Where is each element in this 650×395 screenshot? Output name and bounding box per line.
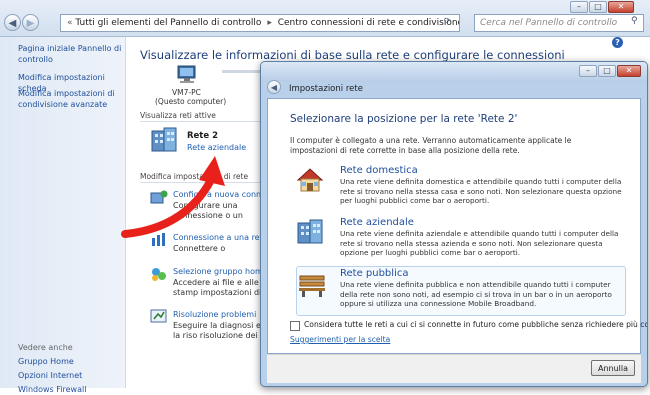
search-input[interactable]: Cerca nel Pannello di controllo <box>474 14 644 32</box>
connection-line <box>222 70 260 73</box>
computer-name: VM7-PC <box>172 88 201 97</box>
public-future-checkbox[interactable] <box>290 321 300 331</box>
close-button[interactable]: ✕ <box>608 1 634 13</box>
option-work-title[interactable]: Rete aziendale <box>340 217 414 228</box>
sidebar: Pagina iniziale Pannello di controllo Mo… <box>0 37 126 394</box>
option-home-desc: Una rete viene definita domestica e atte… <box>340 177 622 205</box>
search-icon[interactable]: ⚲ <box>631 16 638 26</box>
park-bench-icon <box>297 272 327 301</box>
sidebar-item-firewall[interactable]: Windows Firewall <box>18 384 122 395</box>
page-title: Visualizzare le informazioni di base sul… <box>140 48 565 62</box>
sidebar-item-home[interactable]: Pagina iniziale Pannello di controllo <box>18 43 122 65</box>
dialog-maximize-button[interactable]: □ <box>598 65 616 77</box>
see-also-heading: Vedere anche <box>18 343 73 352</box>
sidebar-item-homegroup[interactable]: Gruppo Home <box>18 356 122 367</box>
option-home-title[interactable]: Rete domestica <box>340 165 418 176</box>
homegroup-link[interactable]: Selezione gruppo home e o <box>173 267 263 276</box>
refresh-icon[interactable]: ⟳ <box>444 16 451 25</box>
dialog-title: Impostazioni rete <box>289 84 363 94</box>
option-work-desc: Una rete viene definita aziendale e atte… <box>340 229 619 257</box>
network-settings-dialog: – □ ✕ ◀ Impostazioni rete Selezionare la… <box>260 61 648 387</box>
option-work-network[interactable]: Rete aziendale Una rete viene definita a… <box>278 215 630 263</box>
forward-button[interactable]: ▶ <box>22 14 39 31</box>
dialog-close-button[interactable]: ✕ <box>617 65 641 77</box>
help-choice-link[interactable]: Suggerimenti per la scelta <box>290 335 390 344</box>
dialog-heading: Selezionare la posizione per la rete 'Re… <box>290 113 518 125</box>
public-future-checkbox-label[interactable]: Considera tutte le reti a cui ci si conn… <box>304 320 647 329</box>
option-public-network[interactable]: Rete pubblica Una rete viene definita pu… <box>296 266 626 316</box>
homegroup-icon <box>150 266 168 285</box>
active-networks-label: Visualizza reti attive <box>140 111 216 120</box>
computer-icon <box>175 65 199 88</box>
back-button[interactable]: ◀ <box>4 14 21 31</box>
option-public-desc: Una rete viene definita pubblica e non a… <box>340 280 612 308</box>
maximize-button[interactable]: □ <box>589 1 607 13</box>
troubleshoot-link[interactable]: Risoluzione problemi <box>173 310 256 319</box>
breadcrumb-separator-icon: ▸ <box>267 18 272 28</box>
office-building-icon <box>296 219 324 248</box>
homegroup-desc: Accedere ai file e alle stamp impostazio… <box>173 278 262 297</box>
cancel-button[interactable]: Annulla <box>591 360 635 376</box>
sidebar-item-internet-options[interactable]: Opzioni Internet <box>18 370 122 381</box>
dialog-back-button[interactable]: ◀ <box>267 80 281 94</box>
dialog-intro: Il computer è collegato a una rete. Verr… <box>290 136 572 155</box>
dialog-body: Selezionare la posizione per la rete 'Re… <box>267 98 647 354</box>
breadcrumb-overflow-icon[interactable]: « <box>67 18 73 28</box>
network-name: Rete 2 <box>187 131 219 141</box>
sidebar-item-sharing-settings[interactable]: Modifica impostazioni di condivisione av… <box>18 88 122 110</box>
red-arrow-annotation <box>121 156 225 238</box>
dialog-footer <box>267 354 641 383</box>
computer-caption: (Questo computer) <box>155 97 227 106</box>
divider <box>140 121 260 122</box>
dialog-minimize-button[interactable]: – <box>579 65 597 77</box>
help-icon[interactable]: ? <box>612 37 623 48</box>
address-bar[interactable]: « Tutti gli elementi del Pannello di con… <box>60 14 460 32</box>
option-public-title[interactable]: Rete pubblica <box>340 268 408 279</box>
troubleshoot-desc: Eseguire la diagnosi e la riso risoluzio… <box>173 321 261 340</box>
search-placeholder: Cerca nel Pannello di controllo <box>480 18 618 28</box>
troubleshoot-icon <box>150 309 168 328</box>
connect-network-desc: Connettere o riconnettere <box>173 244 226 253</box>
minimize-button[interactable]: – <box>570 1 588 13</box>
house-icon <box>296 167 324 196</box>
breadcrumb-item[interactable]: Tutti gli elementi del Pannello di contr… <box>75 18 261 28</box>
option-home-network[interactable]: Rete domestica Una rete viene definita d… <box>278 163 630 211</box>
breadcrumb-item[interactable]: Centro connessioni di rete e condivision… <box>278 18 459 28</box>
